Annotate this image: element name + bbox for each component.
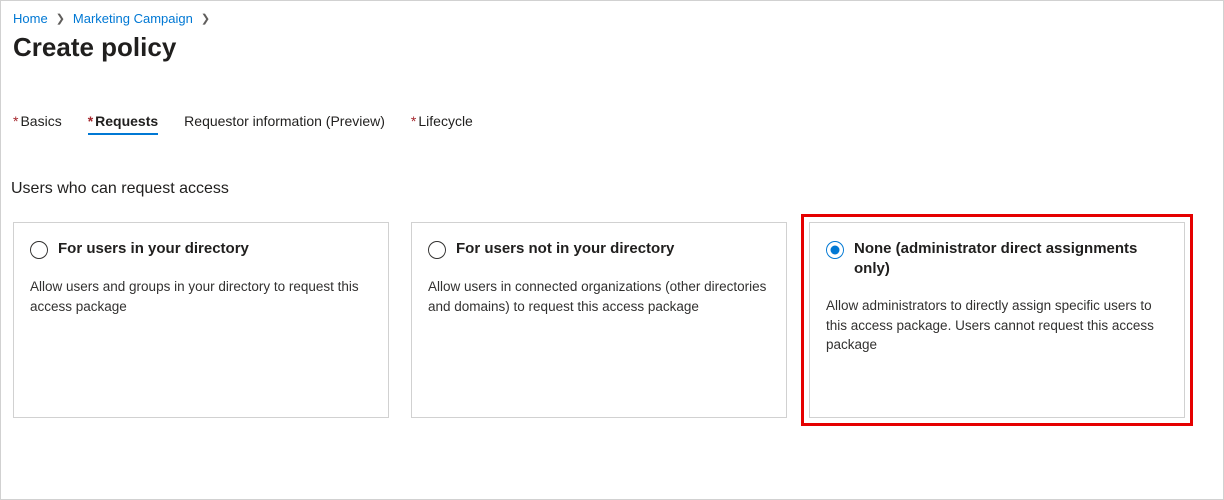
card-option-none[interactable]: None (administrator direct assignments o… (809, 222, 1185, 418)
breadcrumb: Home ❯ Marketing Campaign ❯ (13, 11, 1211, 26)
card-description: Allow users and groups in your directory… (30, 277, 372, 316)
card-description: Allow administrators to directly assign … (826, 296, 1168, 355)
tab-label: Lifecycle (418, 113, 472, 129)
card-option-not-in-directory[interactable]: For users not in your directory Allow us… (411, 222, 787, 418)
tab-basics[interactable]: *Basics (13, 113, 62, 135)
tab-lifecycle[interactable]: *Lifecycle (411, 113, 473, 135)
card-header: For users not in your directory (428, 239, 770, 259)
tab-label: Basics (20, 113, 61, 129)
page-title: Create policy (13, 32, 1211, 63)
radio-button[interactable] (30, 241, 48, 259)
tab-requests[interactable]: *Requests (88, 113, 158, 135)
required-asterisk: * (411, 113, 416, 129)
card-option-in-directory[interactable]: For users in your directory Allow users … (13, 222, 389, 418)
page-container: Home ❯ Marketing Campaign ❯ Create polic… (0, 0, 1224, 500)
card-header: None (administrator direct assignments o… (826, 239, 1168, 278)
tabs: *Basics *Requests Requestor information … (13, 113, 1211, 135)
tab-requestor-info[interactable]: Requestor information (Preview) (184, 113, 385, 135)
required-asterisk: * (13, 113, 18, 129)
section-title: Users who can request access (11, 180, 1211, 198)
tab-label: Requestor information (Preview) (184, 113, 385, 129)
card-description: Allow users in connected organizations (… (428, 277, 770, 316)
card-header: For users in your directory (30, 239, 372, 259)
card-title: For users not in your directory (456, 239, 674, 259)
card-title: For users in your directory (58, 239, 249, 259)
breadcrumb-link-campaign[interactable]: Marketing Campaign (73, 11, 193, 26)
radio-button[interactable] (826, 241, 844, 259)
tab-label: Requests (95, 113, 158, 129)
radio-card-group: For users in your directory Allow users … (13, 222, 1211, 418)
breadcrumb-link-home[interactable]: Home (13, 11, 48, 26)
required-asterisk: * (88, 113, 93, 129)
chevron-right-icon: ❯ (201, 12, 210, 25)
radio-button[interactable] (428, 241, 446, 259)
card-title: None (administrator direct assignments o… (854, 239, 1168, 278)
chevron-right-icon: ❯ (56, 12, 65, 25)
